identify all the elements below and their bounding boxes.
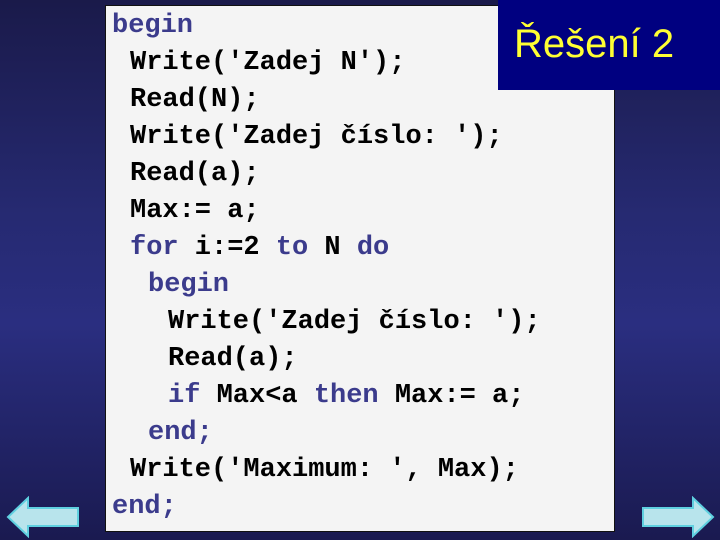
code-line: begin xyxy=(148,267,229,304)
code-line: Write('Zadej N'); xyxy=(130,45,405,82)
code-keyword: if xyxy=(168,381,201,411)
code-keyword: begin xyxy=(148,270,230,300)
code-text: Write('Zadej N'); xyxy=(130,48,406,78)
code-text: Max:= a; xyxy=(378,381,525,411)
code-line: Write('Zadej číslo: '); xyxy=(130,119,503,156)
code-line: Write('Zadej číslo: '); xyxy=(168,304,541,341)
code-text: N xyxy=(308,233,357,263)
code-keyword: do xyxy=(356,233,390,263)
code-text: Write('Zadej číslo: '); xyxy=(168,307,541,337)
code-text: Max<a xyxy=(200,381,314,411)
code-line: Read(N); xyxy=(130,82,260,119)
code-text: Read(a); xyxy=(168,344,298,374)
code-line: begin xyxy=(112,8,193,45)
code-line: if Max<a then Max:= a; xyxy=(168,378,524,415)
forward-button[interactable] xyxy=(641,496,715,538)
code-line: Read(a); xyxy=(130,156,260,193)
code-line: Write('Maximum: ', Max); xyxy=(130,452,519,489)
slide-title: Řešení 2 xyxy=(514,22,675,66)
code-keyword: for xyxy=(130,233,179,263)
arrow-left-icon xyxy=(6,496,80,538)
code-keyword: then xyxy=(313,381,379,411)
arrow-right-icon xyxy=(641,496,715,538)
code-line: Read(a); xyxy=(168,341,298,378)
title-box: Řešení 2 xyxy=(498,0,720,90)
code-text: Read(a); xyxy=(130,159,260,189)
code-keyword: to xyxy=(275,233,309,263)
code-text: i:=2 xyxy=(178,233,276,263)
code-keyword: end; xyxy=(148,418,213,448)
code-text: Read(N); xyxy=(130,85,260,115)
code-keyword: end; xyxy=(112,492,177,522)
code-text: Write('Zadej číslo: '); xyxy=(130,122,503,152)
code-line: end; xyxy=(112,489,177,526)
back-button[interactable] xyxy=(6,496,80,538)
code-line: Max:= a; xyxy=(130,193,260,230)
code-text: Max:= a; xyxy=(130,196,260,226)
code-text: Write('Maximum: ', Max); xyxy=(130,455,519,485)
code-line: end; xyxy=(148,415,213,452)
code-keyword: begin xyxy=(112,11,194,41)
code-line: for i:=2 to N do xyxy=(130,230,389,267)
